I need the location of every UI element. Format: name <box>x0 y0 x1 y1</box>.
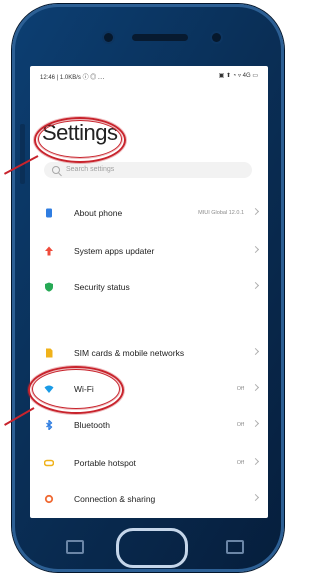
hotspot-icon <box>44 459 54 467</box>
back-button[interactable] <box>226 540 244 554</box>
settings-item-label: Connection & sharing <box>74 494 156 504</box>
chevron-right-icon <box>251 347 260 356</box>
settings-item-label: Bluetooth <box>74 420 110 430</box>
chevron-right-icon <box>251 457 260 466</box>
settings-item-connection-sharing[interactable]: Connection & sharing <box>30 486 268 512</box>
settings-item-value: Off <box>236 460 244 466</box>
settings-item-value: MIUI Global 12.0.1 <box>198 210 244 216</box>
chevron-right-icon <box>251 383 260 392</box>
settings-item-label: Security status <box>74 282 130 292</box>
side-button <box>20 124 25 184</box>
settings-item-label: SIM cards & mobile networks <box>74 348 185 358</box>
settings-item-about-phone[interactable]: About phone MIUI Global 12.0.1 <box>30 200 268 226</box>
chevron-right-icon <box>251 281 260 290</box>
settings-item-portable-hotspot[interactable]: Portable hotspot Off <box>30 450 268 476</box>
search-input[interactable]: Search settings <box>44 162 252 178</box>
settings-item-sim-cards[interactable]: SIM cards & mobile networks <box>30 340 268 366</box>
front-camera-icon <box>104 33 113 42</box>
bluetooth-icon <box>46 420 53 430</box>
arrow-up-icon <box>45 246 53 256</box>
sim-icon <box>46 348 53 358</box>
home-button[interactable] <box>116 528 188 568</box>
settings-item-system-apps-updater[interactable]: System apps updater <box>30 238 268 264</box>
sensor-icon <box>212 33 221 42</box>
settings-item-security-status[interactable]: Security status <box>30 274 268 300</box>
search-icon <box>52 166 60 174</box>
chevron-right-icon <box>251 207 260 216</box>
chevron-right-icon <box>251 245 260 254</box>
wifi-highlight-inner <box>32 369 120 409</box>
settings-item-value: Off <box>236 386 244 392</box>
settings-item-label: System apps updater <box>74 246 155 256</box>
status-right: ▣ ⬆ ◔ ▿ 4G ▭ <box>218 73 258 79</box>
recent-apps-button[interactable] <box>66 540 84 554</box>
earpiece-speaker <box>132 34 188 41</box>
chevron-right-icon <box>251 419 260 428</box>
phone-icon <box>46 208 52 218</box>
status-left: 12:46 | 1.0KB/s ⓘ ◎ ⋯ <box>40 75 105 81</box>
settings-item-label: Portable hotspot <box>74 458 136 468</box>
chevron-right-icon <box>251 493 260 502</box>
search-placeholder: Search settings <box>66 166 115 173</box>
share-icon <box>44 494 54 504</box>
settings-title-highlight-inner <box>38 120 122 158</box>
settings-item-value: Off <box>236 422 244 428</box>
status-bar: 12:46 | 1.0KB/s ⓘ ◎ ⋯ ▣ ⬆ ◔ ▿ 4G ▭ <box>30 66 268 84</box>
shield-icon <box>45 282 53 292</box>
settings-item-bluetooth[interactable]: Bluetooth Off <box>30 412 268 438</box>
settings-item-label: About phone <box>74 208 123 218</box>
